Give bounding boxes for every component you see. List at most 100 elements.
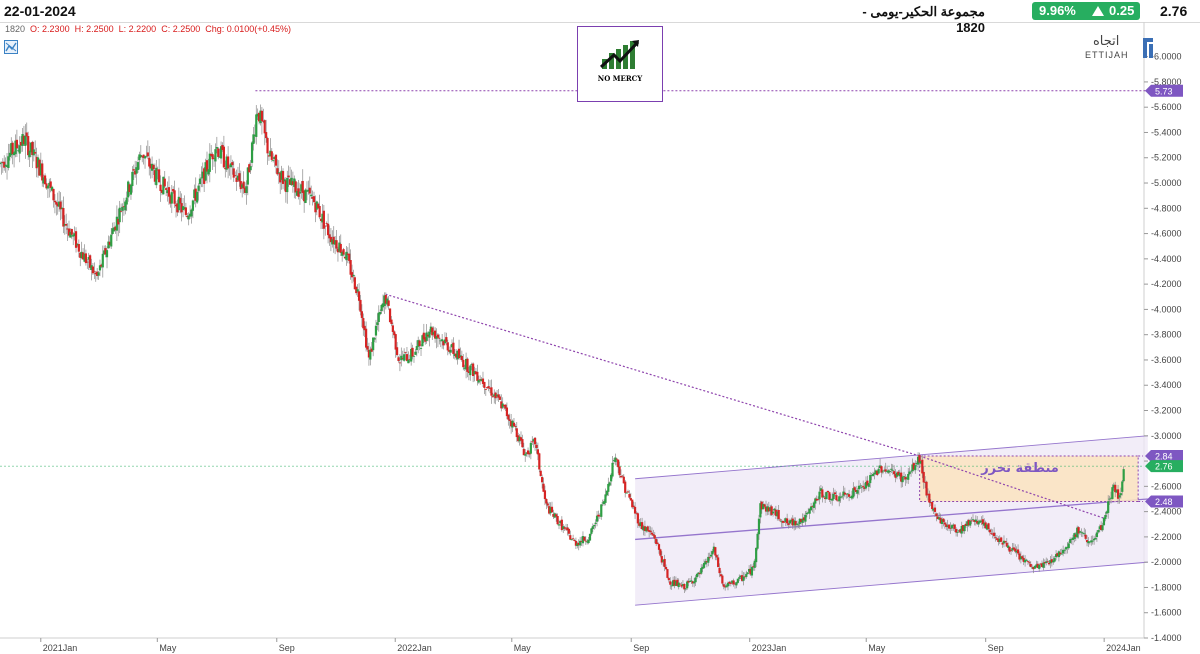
candle-body bbox=[231, 162, 234, 166]
candle-body bbox=[25, 132, 28, 137]
y-tick-label: -5.2000 bbox=[1151, 153, 1182, 163]
candle-body bbox=[184, 207, 187, 215]
y-tick-label: -3.8000 bbox=[1151, 330, 1182, 340]
candle-body bbox=[809, 506, 813, 511]
candle-body bbox=[163, 178, 166, 187]
candle-body bbox=[931, 502, 934, 510]
candle-body bbox=[270, 151, 273, 160]
candle-body bbox=[335, 240, 338, 249]
candle-body bbox=[594, 522, 597, 524]
ohlc-symbol: 1820 bbox=[5, 24, 26, 34]
candle-body bbox=[933, 507, 937, 512]
ohlc-readout: 1820 O: 2.2300 H: 2.2500 L: 2.2200 C: 2.… bbox=[5, 24, 291, 34]
candle-body bbox=[411, 347, 414, 357]
candle-body bbox=[545, 498, 548, 504]
candle-body bbox=[407, 359, 410, 364]
candle-body bbox=[1094, 537, 1097, 540]
candle-body bbox=[348, 253, 351, 261]
candle-body bbox=[633, 506, 637, 514]
logo-latin: ETTIJAH bbox=[1085, 50, 1129, 60]
price-chart[interactable]: -6.0000-5.8000-5.6000-5.4000-5.2000-5.00… bbox=[0, 22, 1200, 654]
y-tick-label: -3.2000 bbox=[1151, 406, 1182, 416]
candle-body bbox=[583, 536, 586, 541]
candle-body bbox=[512, 422, 516, 427]
candle-body bbox=[677, 582, 680, 588]
candle-body bbox=[659, 549, 662, 556]
candle-body bbox=[835, 495, 838, 501]
last-price: 2.76 bbox=[1160, 3, 1188, 19]
candle-body bbox=[750, 566, 754, 576]
candle-body bbox=[859, 485, 862, 487]
candle-body bbox=[34, 152, 37, 154]
candle-body bbox=[374, 325, 378, 336]
candle-body bbox=[531, 441, 534, 443]
y-tick-label: -5.4000 bbox=[1151, 127, 1182, 137]
candle-body bbox=[970, 520, 973, 522]
candle-body bbox=[902, 476, 906, 477]
candle-body bbox=[556, 516, 559, 525]
candle-body bbox=[657, 544, 661, 550]
candle-body bbox=[604, 494, 607, 503]
y-tick-label: -4.0000 bbox=[1151, 304, 1182, 314]
candle-body bbox=[476, 371, 479, 381]
candle-body bbox=[684, 588, 687, 590]
candle-body bbox=[7, 156, 10, 168]
candle-body bbox=[170, 192, 173, 204]
candle-body bbox=[52, 188, 55, 201]
y-tick-label: -3.6000 bbox=[1151, 355, 1182, 365]
candle-body bbox=[708, 557, 711, 559]
candle-body bbox=[1080, 531, 1083, 533]
candle-body bbox=[935, 513, 938, 517]
candle-body bbox=[446, 342, 449, 351]
candle-body bbox=[1084, 534, 1087, 539]
candle-body bbox=[1067, 543, 1070, 549]
candle-body bbox=[666, 569, 669, 578]
candle-body bbox=[326, 223, 330, 236]
candle-body bbox=[452, 342, 455, 355]
candle-body bbox=[1004, 541, 1007, 543]
candle-body bbox=[524, 454, 527, 456]
candle-body bbox=[167, 187, 171, 197]
candle-body bbox=[617, 459, 620, 468]
candle-body bbox=[914, 465, 917, 471]
candle-body bbox=[110, 234, 113, 247]
y-tick-label: -3.4000 bbox=[1151, 380, 1182, 390]
candle-body bbox=[1016, 549, 1020, 554]
candle-body bbox=[679, 583, 682, 585]
candle-body bbox=[498, 396, 501, 400]
candle-body bbox=[988, 529, 992, 533]
change-absolute: 0.25 bbox=[1109, 3, 1135, 18]
candle-body bbox=[191, 200, 195, 211]
candle-body bbox=[514, 426, 517, 428]
indicator-tool-icon[interactable] bbox=[4, 40, 18, 54]
candle-body bbox=[255, 114, 258, 137]
candle-body bbox=[956, 532, 959, 533]
candle-body bbox=[1060, 553, 1063, 555]
candle-body bbox=[611, 462, 614, 477]
candle-body bbox=[508, 419, 511, 421]
candle-body bbox=[541, 476, 544, 483]
candle-body bbox=[695, 573, 699, 578]
candle-body bbox=[881, 471, 884, 473]
y-tick-label: -5.6000 bbox=[1151, 102, 1182, 112]
candle-body bbox=[717, 557, 720, 568]
price-tags: 5.73 2.842.76 2.48 bbox=[1145, 84, 1183, 508]
candle-body bbox=[376, 322, 379, 325]
candle-body bbox=[539, 470, 542, 477]
candle-body bbox=[250, 142, 254, 163]
candle-body bbox=[308, 187, 311, 194]
candle-body bbox=[1063, 550, 1066, 552]
y-tick-label: -1.4000 bbox=[1151, 633, 1182, 643]
candle-body bbox=[449, 349, 452, 353]
x-tick-label: 2023Jan bbox=[752, 643, 787, 653]
chart-date: 22-01-2024 bbox=[4, 3, 76, 19]
candle-body bbox=[390, 319, 393, 325]
candle-body bbox=[832, 493, 835, 500]
candle-body bbox=[310, 194, 313, 197]
candle-body bbox=[357, 291, 361, 301]
candle-body bbox=[590, 528, 593, 534]
candle-body bbox=[771, 511, 775, 514]
candle-body bbox=[570, 539, 573, 541]
candle-body bbox=[567, 528, 570, 534]
candle-body bbox=[1029, 563, 1032, 567]
